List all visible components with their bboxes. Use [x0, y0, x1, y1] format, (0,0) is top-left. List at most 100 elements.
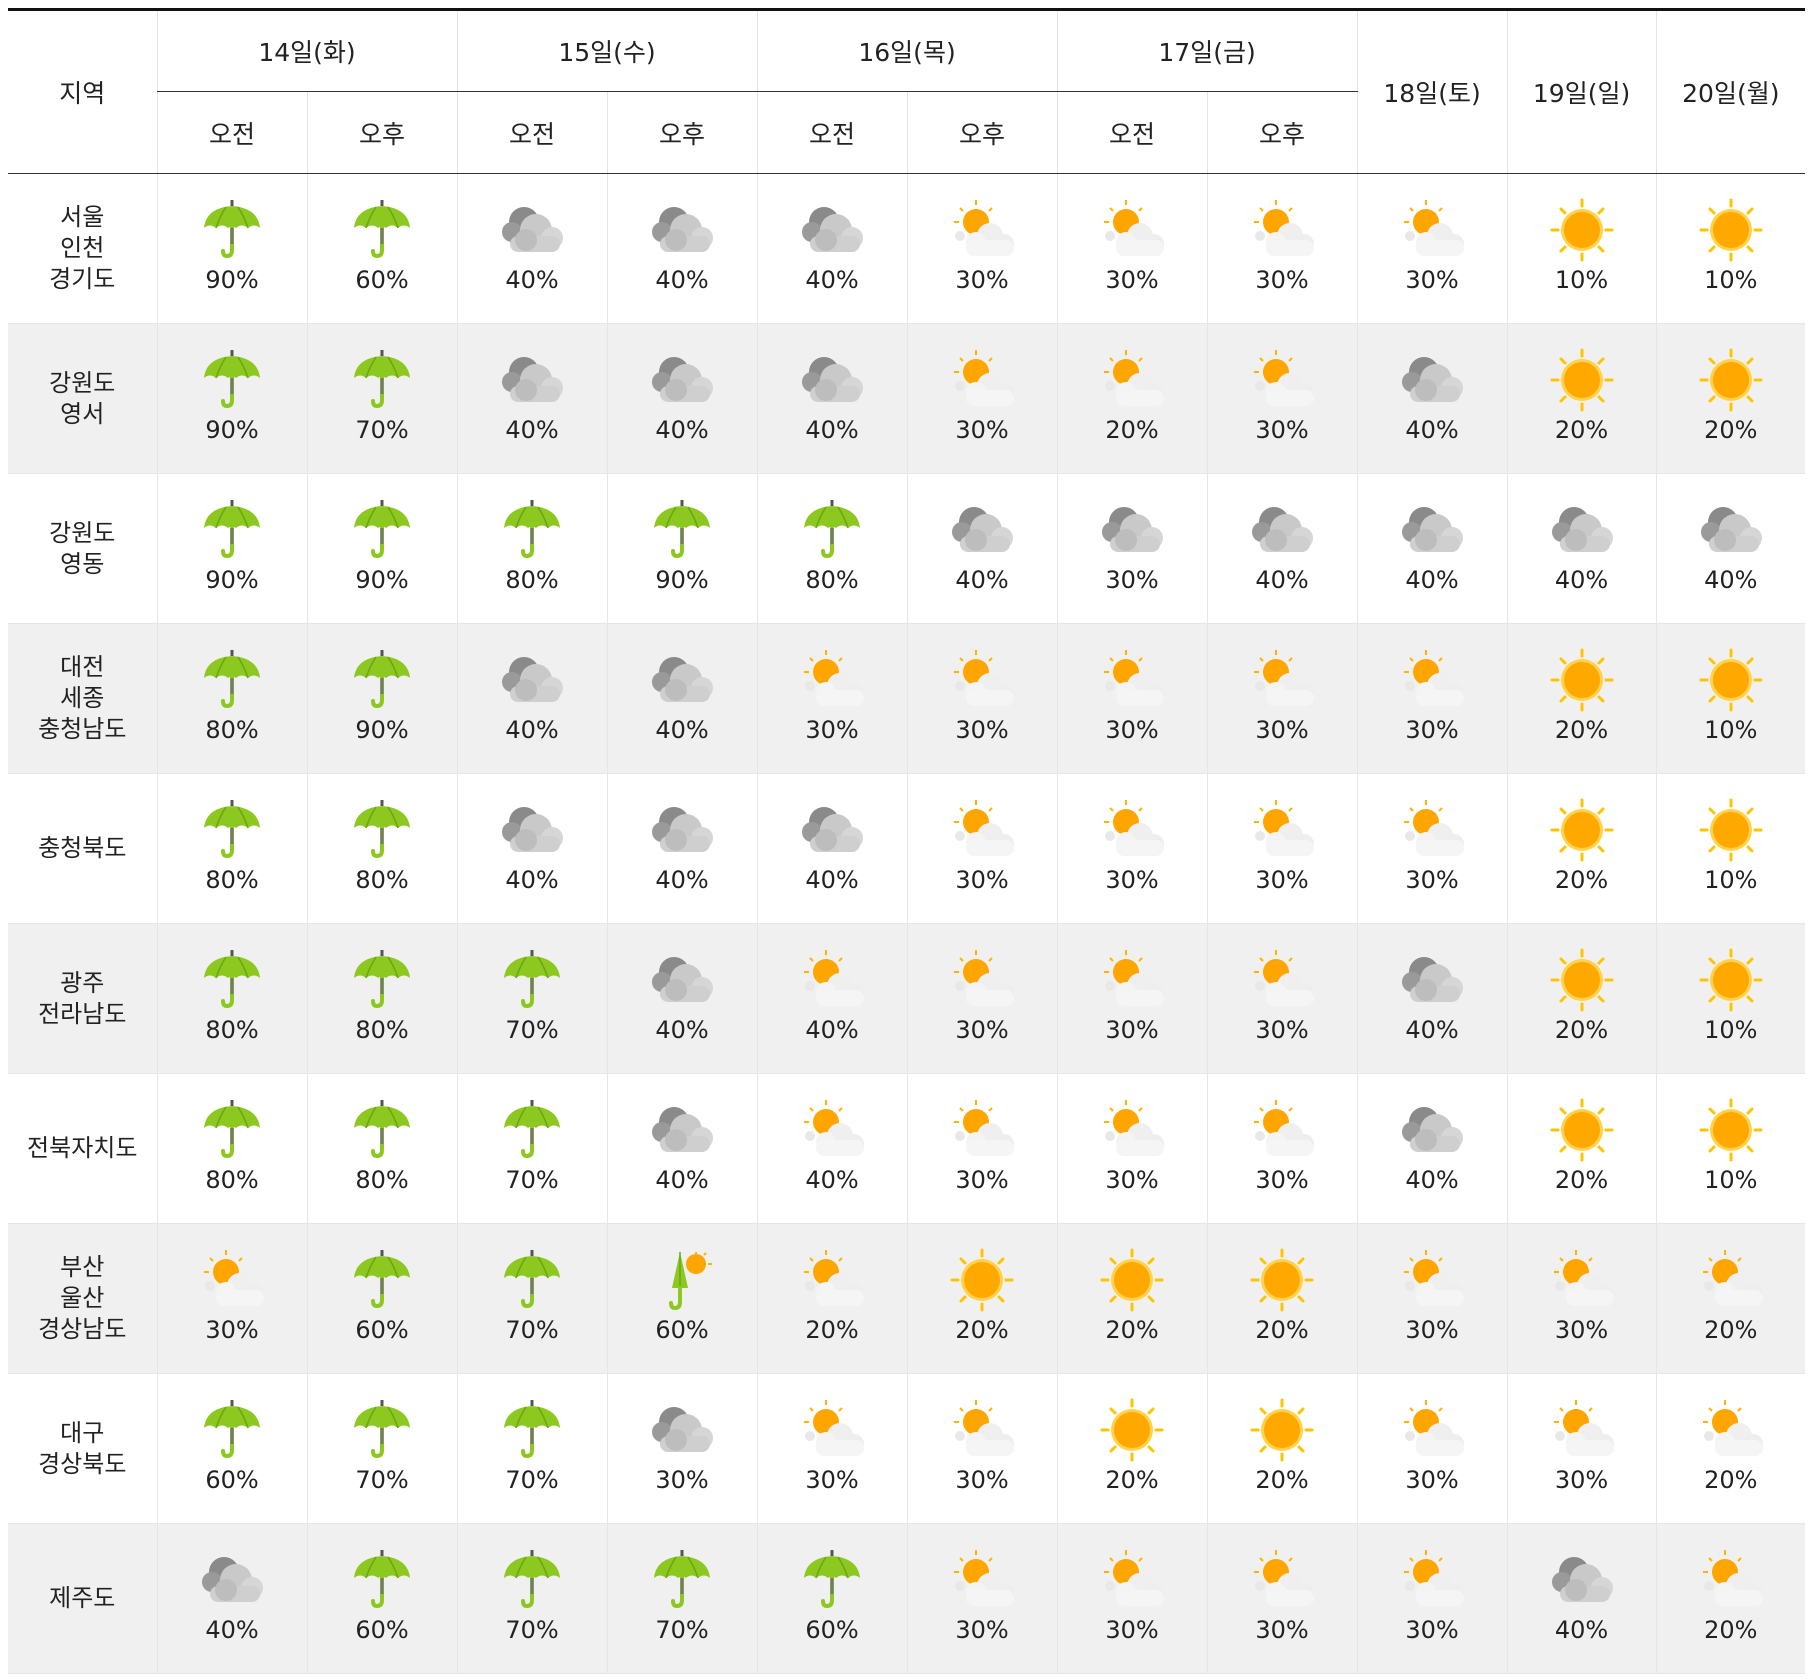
sun-behind-cloud-icon: [796, 1398, 868, 1462]
sun-behind-cloud-icon: [1246, 1098, 1318, 1162]
cloud-icon: [946, 498, 1018, 562]
pm-header: 오후: [306, 91, 458, 174]
forecast-cell: 20%: [1506, 623, 1657, 774]
sun-behind-cloud-icon: [1695, 1248, 1767, 1312]
precipitation-probability: 40%: [805, 866, 859, 894]
sun-behind-cloud-icon: [946, 948, 1018, 1012]
precipitation-probability: 30%: [1105, 566, 1159, 594]
sun-behind-cloud-icon: [1096, 648, 1168, 712]
precipitation-probability: 40%: [805, 1166, 859, 1194]
forecast-cell: 30%: [1206, 623, 1358, 774]
precipitation-probability: 40%: [655, 1016, 709, 1044]
forecast-cell: 30%: [1056, 473, 1208, 624]
precipitation-probability: 70%: [655, 1616, 709, 1644]
region-name-line: 경상남도: [38, 1315, 127, 1343]
precipitation-probability: 20%: [805, 1316, 859, 1344]
precipitation-probability: 60%: [205, 1466, 259, 1494]
sun-behind-cloud-icon: [1695, 1548, 1767, 1612]
region-name-line: 부산: [60, 1253, 105, 1281]
precipitation-probability: 10%: [1704, 1016, 1758, 1044]
forecast-cell: 20%: [906, 1223, 1058, 1374]
precipitation-probability: 30%: [655, 1466, 709, 1494]
sun-behind-cloud-icon: [1546, 1248, 1618, 1312]
sun-behind-cloud-icon: [946, 348, 1018, 412]
precipitation-probability: 30%: [1105, 716, 1159, 744]
forecast-cell: 30%: [1056, 1073, 1208, 1224]
forecast-cell: 80%: [306, 773, 458, 924]
sun-behind-cloud-icon: [946, 1098, 1018, 1162]
cloud-icon: [646, 1398, 718, 1462]
day-header-17: 17일(금): [1056, 8, 1358, 92]
umbrella-icon: [346, 1098, 418, 1162]
region-name-line: 영동: [60, 549, 105, 578]
sun-icon: [1695, 1098, 1767, 1162]
sun-behind-cloud-icon: [1096, 348, 1168, 412]
umbrella-icon: [196, 498, 268, 562]
forecast-cell: 30%: [906, 773, 1058, 924]
sun-behind-cloud-icon: [796, 948, 868, 1012]
precipitation-probability: 30%: [1405, 1466, 1459, 1494]
precipitation-probability: 30%: [955, 1466, 1009, 1494]
umbrella-icon: [346, 348, 418, 412]
precipitation-probability: 40%: [1405, 1166, 1459, 1194]
cloud-icon: [1396, 498, 1468, 562]
forecast-cell: 20%: [1655, 323, 1806, 474]
forecast-cell: 40%: [606, 173, 758, 324]
forecast-cell: 40%: [906, 473, 1058, 624]
forecast-cell: 30%: [156, 1223, 307, 1374]
sun-behind-cloud-icon: [1246, 798, 1318, 862]
region-name-line: 강원도: [49, 518, 116, 547]
forecast-cell: 30%: [756, 1373, 908, 1524]
sun-behind-cloud-icon: [946, 798, 1018, 862]
umbrella-icon: [346, 948, 418, 1012]
forecast-cell: 30%: [1356, 1373, 1508, 1524]
forecast-cell: 30%: [1206, 1523, 1358, 1674]
precipitation-probability: 80%: [205, 1166, 259, 1194]
precipitation-probability: 30%: [805, 716, 859, 744]
precipitation-probability: 70%: [505, 1466, 559, 1494]
precipitation-probability: 80%: [805, 566, 859, 594]
region-name-line: 강원도: [49, 368, 116, 397]
sun-behind-cloud-icon: [946, 1548, 1018, 1612]
sun-behind-cloud-icon: [1096, 198, 1168, 262]
region-name-cell: 강원도 영동: [8, 473, 157, 624]
precipitation-probability: 40%: [505, 866, 559, 894]
precipitation-probability: 30%: [1405, 1316, 1459, 1344]
sun-behind-cloud-icon: [1096, 798, 1168, 862]
sun-icon: [1695, 798, 1767, 862]
precipitation-probability: 70%: [505, 1016, 559, 1044]
precipitation-probability: 10%: [1704, 266, 1758, 294]
forecast-cell: 30%: [1056, 1523, 1208, 1674]
precipitation-probability: 90%: [355, 716, 409, 744]
forecast-cell: 80%: [156, 773, 307, 924]
precipitation-probability: 40%: [1704, 566, 1758, 594]
precipitation-probability: 10%: [1704, 1166, 1758, 1194]
forecast-cell: 40%: [1356, 923, 1508, 1074]
precipitation-probability: 10%: [1554, 266, 1609, 294]
precipitation-probability: 90%: [205, 266, 259, 294]
precipitation-probability: 40%: [1554, 1616, 1609, 1644]
forecast-cell: 60%: [606, 1223, 758, 1374]
forecast-cell: 80%: [156, 1073, 307, 1224]
umbrella-icon: [496, 1098, 568, 1162]
day-header-20: 20일(월): [1655, 8, 1806, 174]
table-row: 제주도 40% 60% 70% 70% 60% 30% 30% 30% 30% …: [8, 1523, 1806, 1674]
umbrella-icon: [646, 1548, 718, 1612]
table-body: 서울 인천 경기도 90% 60% 40% 40% 40% 30% 30% 30%: [8, 173, 1806, 1674]
precipitation-probability: 30%: [1105, 866, 1159, 894]
precipitation-probability: 30%: [1255, 1016, 1309, 1044]
region-name-line: 서울: [60, 203, 105, 231]
am-header: 오전: [756, 91, 908, 174]
precipitation-probability: 60%: [655, 1316, 709, 1344]
forecast-cell: 30%: [1206, 1073, 1358, 1224]
precipitation-probability: 90%: [205, 416, 259, 444]
table-row: 서울 인천 경기도 90% 60% 40% 40% 40% 30% 30% 30%: [8, 173, 1806, 324]
table-row: 광주전라남도 80% 80% 70% 40% 40% 30% 30% 30%: [8, 923, 1806, 1074]
forecast-cell: 20%: [1206, 1223, 1358, 1374]
region-name-cell: 서울 인천 경기도: [8, 173, 157, 324]
precipitation-probability: 40%: [1405, 566, 1459, 594]
sun-behind-cloud-icon: [946, 198, 1018, 262]
region-name-line: 충청북도: [38, 834, 127, 862]
precipitation-probability: 30%: [1255, 266, 1309, 294]
umbrella-icon: [196, 1398, 268, 1462]
